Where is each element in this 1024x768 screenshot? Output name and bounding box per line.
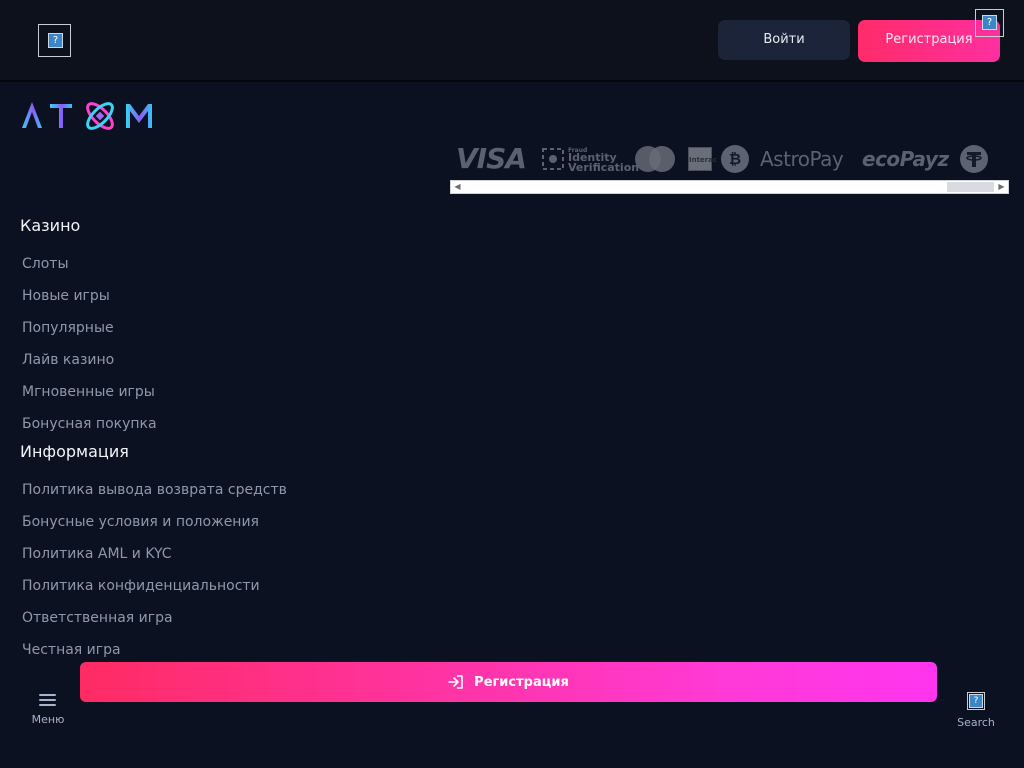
broken-image-glyph: ? bbox=[969, 694, 983, 708]
fingerprint-icon bbox=[542, 148, 564, 170]
astropay-logo: AstroPay bbox=[760, 147, 844, 171]
broken-image-glyph: ? bbox=[982, 15, 997, 30]
top-header: ? Войти Регистрация ? bbox=[0, 0, 1024, 82]
footer-link-instant-games[interactable]: Мгновенные игры bbox=[22, 383, 155, 401]
identity-verification-logo: Fraud Identity Verification bbox=[542, 140, 639, 178]
svg-text:₿: ₿ bbox=[729, 150, 741, 168]
footer-link-aml-kyc[interactable]: Политика AML и KYC bbox=[22, 545, 172, 563]
broken-image-glyph: ? bbox=[48, 33, 63, 48]
atom-logo[interactable] bbox=[20, 96, 154, 136]
profile-image-icon[interactable]: ? bbox=[975, 9, 1004, 37]
identity-line2: Verification bbox=[568, 161, 640, 174]
menu-image-icon[interactable]: ? bbox=[38, 24, 71, 57]
visa-logo: VISA bbox=[456, 142, 527, 175]
login-button[interactable]: Войти bbox=[718, 20, 850, 60]
tether-icon bbox=[960, 145, 988, 173]
footer-link-privacy[interactable]: Политика конфиденциальности bbox=[22, 577, 260, 595]
payments-scrollbar[interactable]: ◀ ▶ bbox=[450, 180, 1009, 194]
footer-link-responsible-gaming[interactable]: Ответственная игра bbox=[22, 609, 173, 627]
scrollbar-thumb[interactable] bbox=[947, 182, 994, 192]
search-button[interactable]: ? Search bbox=[954, 692, 998, 732]
ecopayz-logo: ecoPayz bbox=[862, 147, 949, 171]
footer-link-bonus-terms[interactable]: Бонусные условия и положения bbox=[22, 513, 259, 531]
bitcoin-icon: ₿ bbox=[721, 145, 749, 173]
footer-link-withdrawal-policy[interactable]: Политика вывода возврата средств bbox=[22, 481, 287, 499]
footer-link-fair-play[interactable]: Честная игра bbox=[22, 641, 121, 659]
footer-link-new-games[interactable]: Новые игры bbox=[22, 287, 110, 305]
register-button-label: Регистрация bbox=[885, 32, 973, 47]
hamburger-icon bbox=[39, 694, 56, 706]
search-image-icon: ? bbox=[967, 692, 985, 710]
login-arrow-icon bbox=[448, 675, 463, 689]
mastercard-icon bbox=[635, 146, 675, 172]
scroll-left-icon[interactable]: ◀ bbox=[451, 181, 464, 193]
bottom-register-label: Регистрация bbox=[474, 674, 569, 690]
footer-link-bonus-buy[interactable]: Бонусная покупка bbox=[22, 415, 157, 433]
casino-section-title: Казино bbox=[20, 216, 81, 235]
footer-link-live-casino[interactable]: Лайв казино bbox=[22, 351, 114, 369]
menu-label: Меню bbox=[31, 713, 65, 726]
info-section-title: Информация bbox=[20, 442, 129, 461]
scroll-right-icon[interactable]: ▶ bbox=[995, 181, 1008, 193]
bottom-register-button[interactable]: Регистрация bbox=[80, 662, 937, 702]
footer-link-popular[interactable]: Популярные bbox=[22, 319, 114, 337]
payment-methods-strip: VISA Fraud Identity Verification Interac… bbox=[452, 140, 992, 178]
interac-icon: Interac bbox=[688, 147, 717, 171]
search-label: Search bbox=[957, 716, 995, 729]
footer-link-slots[interactable]: Слоты bbox=[22, 255, 69, 273]
menu-button[interactable]: Меню bbox=[28, 690, 68, 730]
